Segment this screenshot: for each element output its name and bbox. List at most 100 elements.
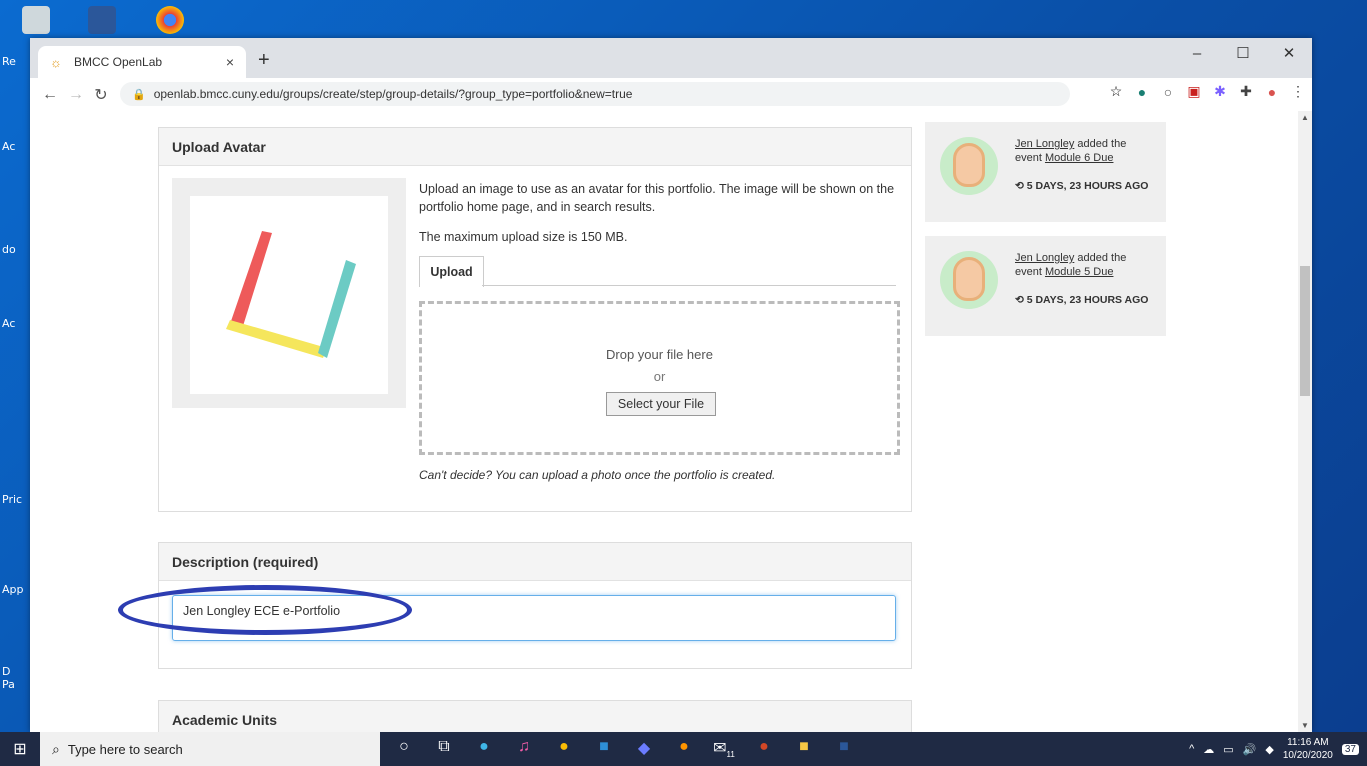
search-icon: ⌕: [52, 740, 60, 757]
lock-icon: 🔒: [132, 88, 146, 101]
system-tray: ^ ☁ ▭ 🔊 ◆ 11:16 AM 10/20/2020 37: [1189, 732, 1359, 766]
word-icon[interactable]: [88, 6, 116, 34]
activity-time: ⟲ 5 DAYS, 23 HOURS AGO: [1015, 180, 1149, 192]
avatar[interactable]: [940, 137, 998, 195]
edge-icon[interactable]: ●: [464, 738, 504, 759]
chrome-taskbar-icon[interactable]: ●: [544, 738, 584, 759]
dropbox-icon[interactable]: ◆: [624, 738, 664, 759]
activity-action: added the: [1074, 252, 1127, 264]
description-heading: Description (required): [159, 543, 911, 581]
reload-icon[interactable]: ↻: [94, 85, 108, 105]
tab-bmcc-openlab[interactable]: ☼ BMCC OpenLab ×: [38, 46, 246, 78]
notification-icon[interactable]: 37: [1341, 743, 1359, 755]
activity-prefix: event: [1015, 266, 1045, 278]
avatar[interactable]: [940, 251, 998, 309]
firefox-icon[interactable]: ●: [664, 738, 704, 759]
chevron-up-icon[interactable]: ^: [1189, 743, 1194, 755]
address-bar-row: ← → ↻ 🔒 openlab.bmcc.cuny.edu/groups/cre…: [30, 78, 1312, 112]
file-explorer-icon[interactable]: ■: [784, 738, 824, 759]
activity-text: Jen Longley added the event Module 6 Due: [1015, 137, 1126, 165]
user-link[interactable]: Jen Longley: [1015, 138, 1074, 150]
mail-icon[interactable]: ✉11: [704, 738, 744, 759]
avatar-image-frame: [190, 196, 388, 394]
onedrive-icon[interactable]: ☁: [1203, 743, 1214, 756]
desktop-label: Pric: [2, 493, 23, 506]
taskbar: ⊞ ⌕ Type here to search ○ ⧉ ● ♫ ● ■ ◆ ● …: [0, 732, 1367, 766]
forward-arrow-icon[interactable]: →: [68, 86, 84, 104]
task-view-icon[interactable]: ⧉: [424, 738, 464, 759]
scroll-down-icon[interactable]: ▼: [1301, 721, 1309, 730]
itunes-icon[interactable]: ♫: [504, 738, 544, 759]
maximize-button[interactable]: ☐: [1220, 38, 1266, 68]
word-taskbar-icon[interactable]: ■: [824, 738, 864, 759]
upload-intro-text: Upload an image to use as an avatar for …: [419, 182, 895, 214]
tab-bar: ☼ BMCC OpenLab × + – ☐ ✕: [30, 38, 1312, 78]
chrome-icon[interactable]: [156, 6, 184, 34]
lightbulb-icon: ☼: [50, 54, 62, 70]
circle-extension-icon[interactable]: ○: [1160, 84, 1176, 100]
star-icon[interactable]: ☆: [1108, 83, 1124, 100]
outlook-icon[interactable]: ■: [584, 738, 624, 759]
or-text: or: [653, 369, 666, 384]
desktop-label: do: [2, 243, 16, 256]
new-tab-button[interactable]: +: [258, 50, 270, 70]
battery-icon[interactable]: ▭: [1223, 743, 1233, 756]
scrollbar-thumb[interactable]: [1300, 266, 1310, 396]
close-window-button[interactable]: ✕: [1266, 38, 1312, 68]
taskbar-apps: ○ ⧉ ● ♫ ● ■ ◆ ● ✉11 ● ■ ■: [384, 738, 864, 759]
windows-start-icon[interactable]: ⊞: [0, 739, 40, 759]
recycle-bin-icon[interactable]: [22, 6, 50, 34]
window-controls: – ☐ ✕: [1174, 38, 1312, 68]
select-file-button[interactable]: Select your File: [606, 392, 716, 416]
user-link[interactable]: Jen Longley: [1015, 252, 1074, 264]
dropbox-tray-icon[interactable]: ◆: [1265, 743, 1273, 756]
academic-units-heading: Academic Units: [159, 701, 911, 732]
clock[interactable]: 11:16 AM 10/20/2020: [1283, 736, 1333, 762]
close-tab-icon[interactable]: ×: [226, 54, 234, 70]
back-arrow-icon[interactable]: ←: [42, 86, 58, 104]
puzzle-extension-icon[interactable]: ✚: [1238, 83, 1254, 100]
activity-timestamp: 5 DAYS, 23 HOURS AGO: [1026, 180, 1149, 192]
desktop-label: D: [2, 665, 11, 678]
highlight-ellipse: [118, 585, 412, 635]
extensions: ☆ ● ○ ▣ ✱ ✚ ● ⋮: [1108, 83, 1306, 100]
cortana-icon[interactable]: ○: [384, 738, 424, 759]
search-placeholder: Type here to search: [67, 741, 183, 757]
upload-avatar-heading: Upload Avatar: [159, 128, 911, 166]
tab-title: BMCC OpenLab: [74, 55, 163, 69]
desktop-label: Ac: [2, 317, 16, 330]
avatar-image: [226, 231, 356, 358]
taskbar-search[interactable]: ⌕ Type here to search: [40, 732, 380, 766]
scroll-up-icon[interactable]: ▲: [1301, 113, 1309, 122]
volume-icon[interactable]: 🔊: [1243, 743, 1257, 756]
activity-time: ⟲ 5 DAYS, 23 HOURS AGO: [1015, 294, 1149, 306]
upload-avatar-panel: Upload Avatar Upload an image to use as …: [158, 127, 912, 512]
desktop-label: Pa: [2, 678, 15, 691]
clock-time: 11:16 AM: [1287, 737, 1329, 748]
extension-badge-icon[interactable]: ●: [1134, 84, 1150, 100]
memoji-face-icon: [953, 143, 985, 187]
drop-file-text: Drop your file here: [606, 347, 713, 362]
url-bar[interactable]: 🔒 openlab.bmcc.cuny.edu/groups/create/st…: [120, 82, 1070, 106]
file-drop-zone[interactable]: Drop your file here or Select your File: [419, 301, 900, 455]
event-link[interactable]: Module 5 Due: [1045, 266, 1114, 278]
memoji-face-icon: [953, 257, 985, 301]
minimize-button[interactable]: –: [1174, 38, 1220, 68]
upload-later-note: Can't decide? You can upload a photo onc…: [419, 468, 776, 482]
page-content: Upload Avatar Upload an image to use as …: [30, 111, 1298, 732]
snowflake-extension-icon[interactable]: ✱: [1212, 83, 1228, 100]
vertical-scrollbar[interactable]: ▲ ▼: [1298, 111, 1312, 732]
desktop-label: Ac: [2, 140, 16, 153]
activity-text: Jen Longley added the event Module 5 Due: [1015, 251, 1126, 279]
activity-action: added the: [1074, 138, 1127, 150]
url-text: openlab.bmcc.cuny.edu/groups/create/step…: [153, 87, 633, 101]
desktop-label: App: [2, 583, 24, 596]
powerpoint-icon[interactable]: ●: [744, 738, 784, 759]
pdf-extension-icon[interactable]: ▣: [1186, 83, 1202, 100]
tab-upload[interactable]: Upload: [419, 256, 484, 287]
event-link[interactable]: Module 6 Due: [1045, 152, 1114, 164]
menu-icon[interactable]: ⋮: [1290, 83, 1306, 100]
academic-units-panel: Academic Units: [158, 700, 912, 732]
profile-avatar-icon[interactable]: ●: [1264, 84, 1280, 100]
max-size-text: The maximum upload size is 150 MB.: [419, 230, 628, 244]
